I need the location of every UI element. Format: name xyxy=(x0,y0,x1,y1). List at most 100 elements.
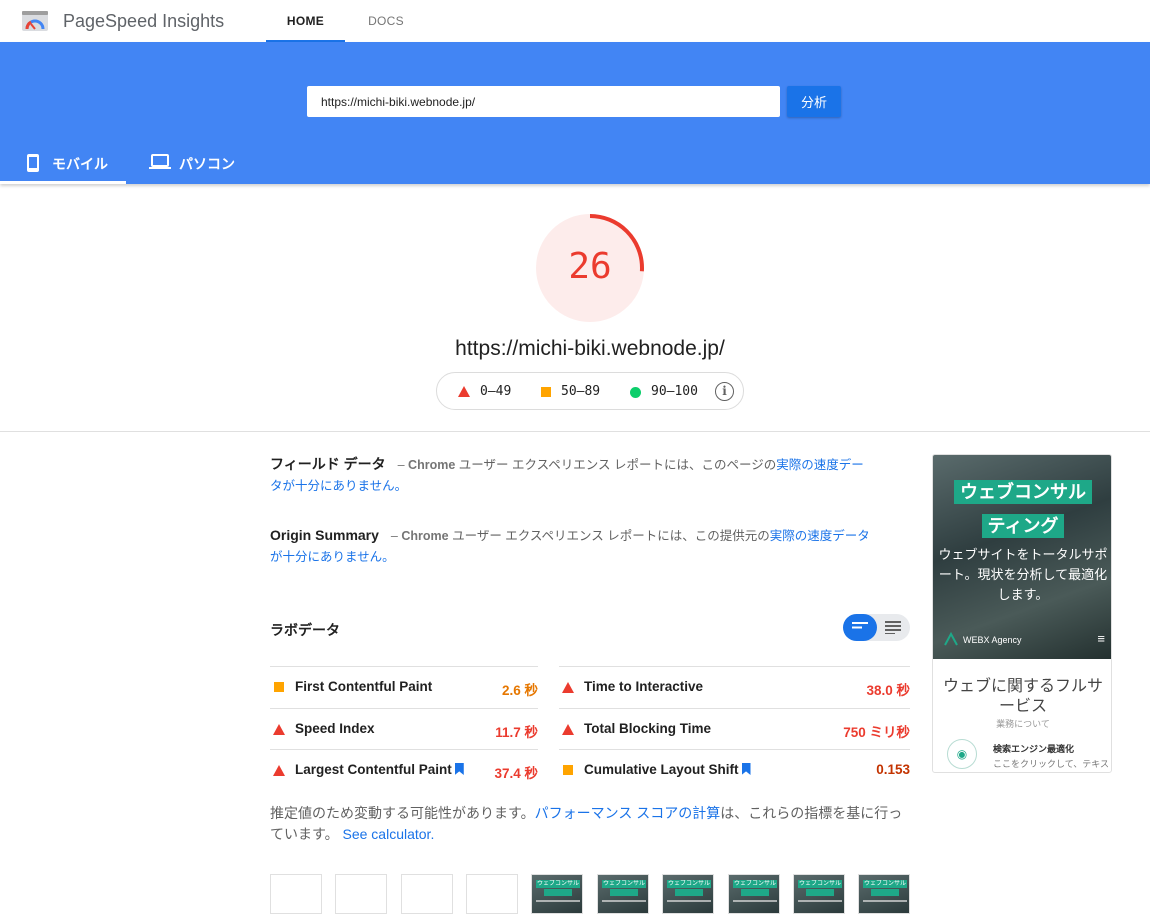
origin-summary-section: Origin Summary – Chrome ユーザー エクスペリエンス レポー… xyxy=(270,525,870,568)
tab-mobile[interactable]: モバイル xyxy=(0,140,126,184)
info-icon[interactable]: i xyxy=(715,382,734,401)
filmstrip-frame-text: ウェブコンサル xyxy=(863,880,907,888)
field-data-dash: – xyxy=(397,458,405,472)
field-data-section: フィールド データ – Chrome ユーザー エクスペリエンス レポートには、こ… xyxy=(270,454,870,497)
filmstrip-frame-line xyxy=(863,900,907,902)
section-divider xyxy=(0,431,1150,432)
field-data-text: ユーザー エクスペリエンス レポートには、このページの xyxy=(455,458,777,472)
filmstrip-frame-line xyxy=(667,900,711,902)
search-header: 分析 モバイル パソコン xyxy=(0,42,1150,184)
filmstrip-frame: ウェブコンサル xyxy=(728,874,780,914)
webx-logo-icon xyxy=(944,631,958,646)
filmstrip-frame-band xyxy=(871,889,899,896)
fail-triangle-icon xyxy=(273,765,285,776)
bookmark-icon xyxy=(741,763,751,775)
pagespeed-logo-icon[interactable] xyxy=(22,9,48,33)
filmstrip-frame: ウェブコンサル xyxy=(858,874,910,914)
expanded-list-icon[interactable] xyxy=(885,621,901,634)
legend-fail-range: 0–49 xyxy=(480,384,512,399)
see-calculator-link[interactable]: See calculator. xyxy=(343,826,435,842)
filmstrip-frame xyxy=(401,874,453,914)
fail-triangle-icon xyxy=(562,724,574,735)
metric-name: Largest Contentful Paint xyxy=(295,762,452,777)
origin-summary-text: ユーザー エクスペリエンス レポートには、この提供元の xyxy=(448,529,770,543)
field-data-title: フィールド データ xyxy=(270,456,386,472)
filmstrip-frame xyxy=(335,874,387,914)
screenshot-subtitle: ウェブサイトをトータルサポート。現状を分析して最適化します。 xyxy=(938,547,1108,602)
filmstrip-frame-band xyxy=(544,889,572,896)
metrics-view-toggle[interactable] xyxy=(843,614,910,641)
metric-row: Cumulative Layout Shift 0.153 xyxy=(559,749,910,790)
screenshot-title-line2: ティング xyxy=(981,514,1065,538)
analyze-button[interactable]: 分析 xyxy=(787,86,841,117)
analyzed-url: https://michi-biki.webnode.jp/ xyxy=(455,337,725,360)
metric-name: Cumulative Layout Shift xyxy=(584,762,739,777)
screenshot-title-line1: ウェブコンサル xyxy=(954,480,1092,504)
filmstrip-frame xyxy=(270,874,322,914)
screenshot-agency: WEBX Agency xyxy=(963,635,1022,645)
origin-summary-title: Origin Summary xyxy=(270,527,379,543)
filmstrip-frame-text: ウェブコンサル xyxy=(733,880,777,888)
screenshot-title: ウェブコンサル ティング xyxy=(947,475,1099,543)
metric-row: First Contentful Paint 2.6 秒 xyxy=(270,666,538,707)
smartphone-icon xyxy=(26,153,40,176)
metric-value: 750 ミリ秒 xyxy=(843,725,910,740)
metric-value: 11.7 秒 xyxy=(495,725,538,740)
origin-summary-dash: – xyxy=(390,529,398,543)
score-calculation-link[interactable]: パフォーマンス スコアの計算 xyxy=(535,805,721,821)
compact-view-button[interactable] xyxy=(843,614,877,641)
pass-circle-icon xyxy=(630,387,641,398)
tab-desktop[interactable]: パソコン xyxy=(140,140,250,184)
filmstrip-frame-band xyxy=(610,889,638,896)
estimate-note: 推定値のため変動する可能性があります。パフォーマンス スコアの計算は、これらの指… xyxy=(270,803,910,845)
filmstrip-frame-line xyxy=(798,900,842,902)
metric-name: First Contentful Paint xyxy=(295,679,433,694)
filmstrip-frame-text: ウェブコンサル xyxy=(536,880,580,888)
filmstrip-frame: ウェブコンサル xyxy=(531,874,583,914)
metric-name: Total Blocking Time xyxy=(584,721,712,736)
screenshot-menu-icon: ≡ xyxy=(1097,631,1105,646)
screenshot-hero: ウェブコンサル ティング ウェブサイトをトータルサポート。現状を分析して最適化し… xyxy=(933,455,1111,659)
top-bar: PageSpeed Insights HOME DOCS xyxy=(0,0,1150,42)
fail-triangle-icon xyxy=(562,682,574,693)
field-data-chrome: Chrome xyxy=(408,458,456,472)
laptop-icon xyxy=(149,153,171,174)
screenshot-heading: ウェブに関するフルサービス xyxy=(942,678,1103,715)
url-input[interactable] xyxy=(307,86,780,117)
final-screenshot: ウェブコンサル ティング ウェブサイトをトータルサポート。現状を分析して最適化し… xyxy=(932,454,1112,773)
filmstrip-frame-line xyxy=(602,900,646,902)
filmstrip-frame xyxy=(466,874,518,914)
note-text: 推定値のため変動する可能性があります。 xyxy=(270,805,535,821)
filmstrip-frame: ウェブコンサル xyxy=(793,874,845,914)
filmstrip-frame-band xyxy=(806,889,834,896)
nav-tab-docs[interactable]: DOCS xyxy=(355,0,417,42)
filmstrip-frame-line xyxy=(536,900,580,902)
metric-name-with-bookmark: Cumulative Layout Shift xyxy=(584,762,751,777)
average-square-icon xyxy=(563,765,573,775)
nav-tab-home[interactable]: HOME xyxy=(266,0,345,42)
origin-summary-chrome: Chrome xyxy=(401,529,449,543)
metric-row: Speed Index 11.7 秒 xyxy=(270,708,538,749)
metric-name-with-bookmark: Largest Contentful Paint xyxy=(295,762,464,777)
filmstrip-frame-text: ウェブコンサル xyxy=(602,880,646,888)
metric-row: Total Blocking Time 750 ミリ秒 xyxy=(559,708,910,749)
score-legend: 0–49 50–89 90–100 i xyxy=(436,372,744,410)
tab-desktop-label: パソコン xyxy=(179,156,235,172)
screenshot-small-text: 業務について xyxy=(996,719,1050,729)
filmstrip-frame-band xyxy=(675,889,703,896)
lab-data-title: ラボデータ xyxy=(270,622,340,638)
metric-value: 38.0 秒 xyxy=(866,683,910,698)
metric-value: 0.153 xyxy=(876,762,910,777)
compact-list-icon xyxy=(852,622,868,629)
fail-triangle-icon xyxy=(273,724,285,735)
filmstrip-frame-text: ウェブコンサル xyxy=(798,880,842,888)
filmstrip-frame-text: ウェブコンサル xyxy=(667,880,711,888)
screenshot-click-text: ここをクリックして、テキスト xyxy=(993,759,1110,769)
metric-row: Time to Interactive 38.0 秒 xyxy=(559,666,910,707)
legend-average-range: 50–89 xyxy=(561,384,601,399)
metric-name: Time to Interactive xyxy=(584,679,704,694)
filmstrip-frame: ウェブコンサル xyxy=(597,874,649,914)
metric-value: 37.4 秒 xyxy=(494,766,538,781)
filmstrip-frame-band xyxy=(741,889,769,896)
filmstrip-frame: ウェブコンサル xyxy=(662,874,714,914)
